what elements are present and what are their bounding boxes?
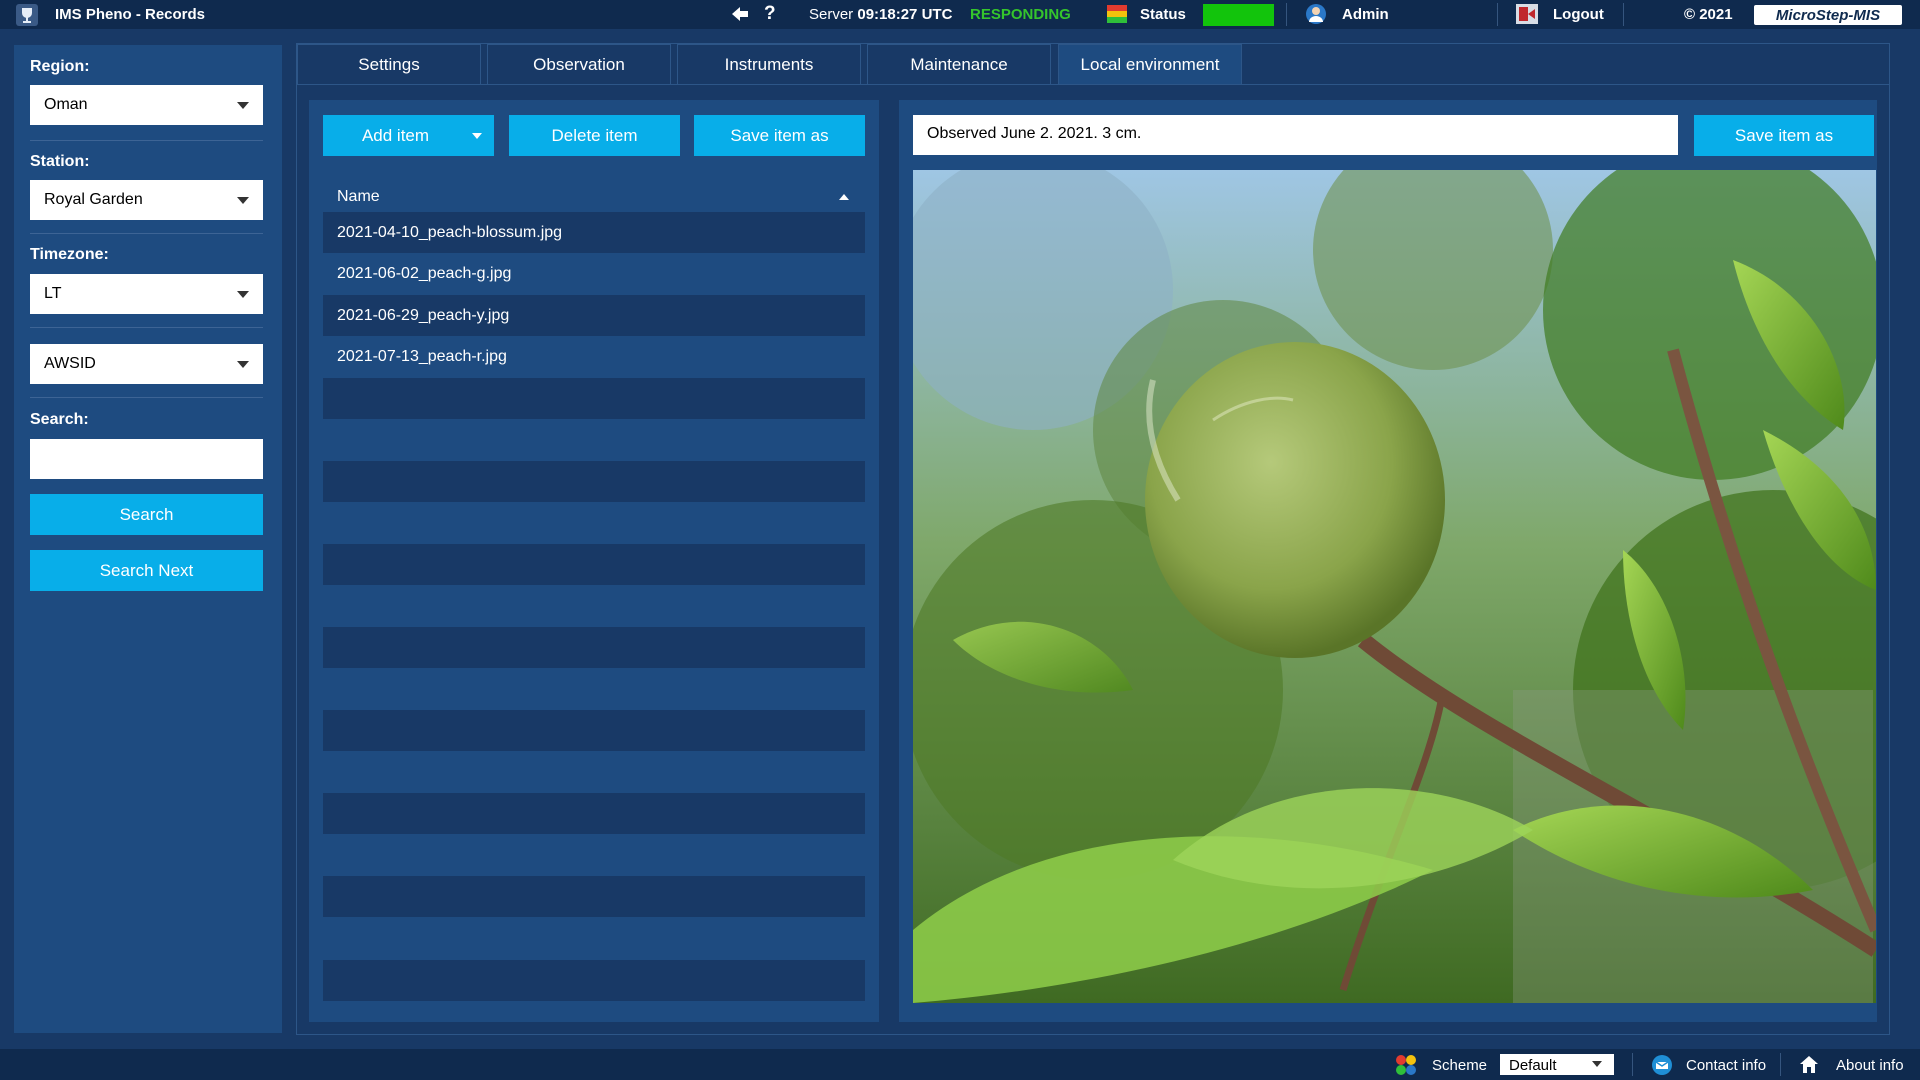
station-select[interactable]: Royal Garden [30,180,263,220]
peach-photo [913,170,1876,1003]
detail-panel: Observed June 2. 2021. 3 cm. Save item a… [899,100,1877,1022]
save-item-as-button[interactable]: Save item as [1694,115,1874,156]
contact-icon[interactable] [1651,1054,1673,1076]
tab-observation[interactable]: Observation [487,44,671,84]
id-type-select[interactable]: AWSID [30,344,263,384]
logout-button[interactable]: Logout [1553,6,1604,23]
file-name: 2021-04-10_peach-blossum.jpg [337,224,563,241]
table-row[interactable]: 2021-06-02_peach-g.jpg [323,253,865,294]
scheme-value: Default [1509,1057,1557,1074]
table-row[interactable]: 2021-07-13_peach-r.jpg [323,336,865,377]
add-item-label: Add item [361,125,430,145]
separator [1632,1053,1633,1076]
divider [30,397,263,398]
table-row-empty[interactable] [323,461,865,502]
table-row-empty[interactable] [323,710,865,751]
back-arrow-icon[interactable] [731,6,749,22]
trophy-icon [16,4,38,26]
top-bar: IMS Pheno - Records ? Server 09:18:27 UT… [0,0,1920,29]
footer: Scheme Default Contact info About info [0,1049,1920,1080]
observation-note-text: Observed June 2. 2021. 3 cm. [927,125,1142,142]
palette-icon [1396,1055,1416,1075]
sort-ascending-icon[interactable] [839,194,849,200]
divider [30,327,263,328]
tabs-divider [297,84,1889,85]
column-header-name[interactable]: Name [323,180,865,210]
search-input[interactable] [30,439,263,479]
chevron-down-icon [1592,1061,1602,1067]
separator [1780,1053,1781,1076]
user-icon [1306,4,1326,24]
search-next-button[interactable]: Search Next [30,550,263,591]
sidebar: Region: Oman Station: Royal Garden Timez… [14,45,282,1033]
table-row-empty[interactable] [323,627,865,668]
chevron-down-icon [237,291,249,298]
about-info-link[interactable]: About info [1836,1057,1904,1074]
tab-maintenance[interactable]: Maintenance [867,44,1051,84]
table-row-empty[interactable] [323,876,865,917]
region-value: Oman [44,96,88,113]
station-value: Royal Garden [44,191,143,208]
connection-status: RESPONDING [970,6,1071,23]
copyright: © 2021 [1684,6,1733,23]
region-label: Region: [30,58,90,75]
column-name-label: Name [337,188,380,205]
table-row-empty[interactable] [323,544,865,585]
contact-info-link[interactable]: Contact info [1686,1057,1766,1074]
home-icon[interactable] [1799,1055,1819,1074]
delete-item-button[interactable]: Delete item [509,115,680,156]
search-label: Search: [30,411,89,428]
search-button[interactable]: Search [30,494,263,535]
table-row-empty[interactable] [323,378,865,419]
status-label: Status [1140,6,1186,23]
chevron-down-icon [237,197,249,204]
status-traffic-icon [1107,5,1127,23]
chevron-down-icon [237,102,249,109]
timezone-select[interactable]: LT [30,274,263,314]
chevron-down-icon [237,361,249,368]
app-title: IMS Pheno - Records [55,6,206,23]
station-label: Station: [30,153,90,170]
status-indicator [1203,4,1274,26]
table-row-empty[interactable] [323,960,865,1001]
tab-instruments[interactable]: Instruments [677,44,861,84]
scheme-select[interactable]: Default [1500,1054,1614,1075]
observation-note-input[interactable]: Observed June 2. 2021. 3 cm. [913,115,1678,155]
save-item-as-button[interactable]: Save item as [694,115,865,156]
table-row-empty[interactable] [323,793,865,834]
region-select[interactable]: Oman [30,85,263,125]
divider [30,233,263,234]
user-name[interactable]: Admin [1342,6,1389,23]
file-name: 2021-07-13_peach-r.jpg [337,348,507,365]
file-name: 2021-06-29_peach-y.jpg [337,307,510,324]
separator [1286,3,1287,26]
separator [1623,3,1624,26]
help-icon[interactable]: ? [764,3,776,25]
chevron-down-icon[interactable] [472,133,482,139]
server-clock: Server 09:18:27 UTC [809,6,953,23]
add-item-button[interactable]: Add item [323,115,494,156]
main-panel: Settings Observation Instruments Mainten… [296,43,1890,1035]
brand-logo: MicroStep-MIS [1754,5,1902,25]
table-row[interactable]: 2021-06-29_peach-y.jpg [323,295,865,336]
timezone-value: LT [44,285,62,302]
timezone-label: Timezone: [30,246,109,263]
file-name: 2021-06-02_peach-g.jpg [337,265,512,282]
logout-icon[interactable] [1516,4,1538,24]
id-type-value: AWSID [44,355,96,372]
tab-settings[interactable]: Settings [297,44,481,84]
files-panel: Add item Delete item Save item as Name 2… [309,100,879,1022]
scheme-label: Scheme [1432,1057,1488,1074]
tab-local-environment[interactable]: Local environment [1058,44,1242,84]
divider [30,140,263,141]
table-row[interactable]: 2021-04-10_peach-blossum.jpg [323,212,865,253]
separator [1497,3,1498,26]
